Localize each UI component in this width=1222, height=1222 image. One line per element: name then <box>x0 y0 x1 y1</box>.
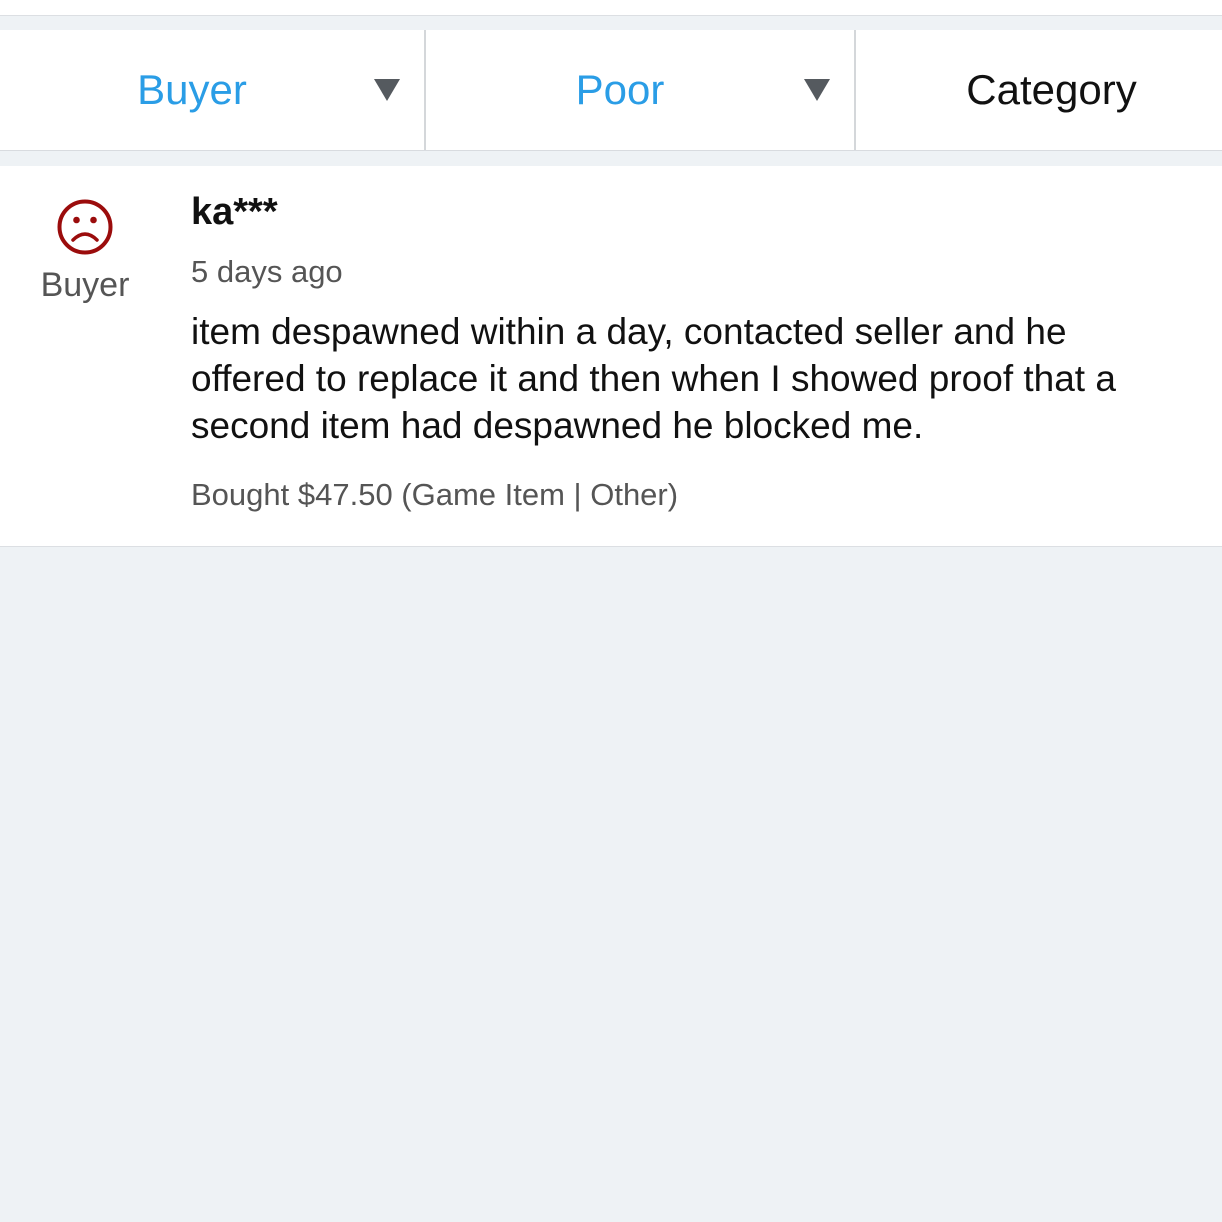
role-filter-label: Buyer <box>137 66 247 113</box>
review-text-line: second item had despawned he blocked me. <box>191 405 924 446</box>
review-timestamp: 5 days ago <box>191 254 343 289</box>
rating-filter-label: Poor <box>575 66 665 113</box>
sad-face-icon <box>57 199 113 255</box>
reviewer-username: ka*** <box>191 191 278 233</box>
review-text-line: offered to replace it and then when I sh… <box>191 358 1116 399</box>
category-filter[interactable]: Category <box>856 30 1222 150</box>
caret-down-icon <box>374 79 400 101</box>
role-filter-dropdown[interactable]: Buyer <box>0 30 426 150</box>
category-filter-label: Category <box>966 66 1137 113</box>
reviewer-role: Buyer <box>40 266 130 304</box>
review-card: Buyer ka*** 5 days ago item despawned wi… <box>0 166 1222 547</box>
top-strip <box>0 0 1222 16</box>
review-text: item despawned within a day, contacted s… <box>191 308 1222 449</box>
filter-bar: Buyer Poor Category <box>0 30 1222 151</box>
review-text-line: item despawned within a day, contacted s… <box>191 311 1067 352</box>
caret-down-icon <box>804 79 830 101</box>
review-content: ka*** 5 days ago item despawned within a… <box>191 190 1222 515</box>
rating-filter-dropdown[interactable]: Poor <box>426 30 856 150</box>
purchase-info: Bought $47.50 (Game Item | Other) <box>191 477 679 512</box>
